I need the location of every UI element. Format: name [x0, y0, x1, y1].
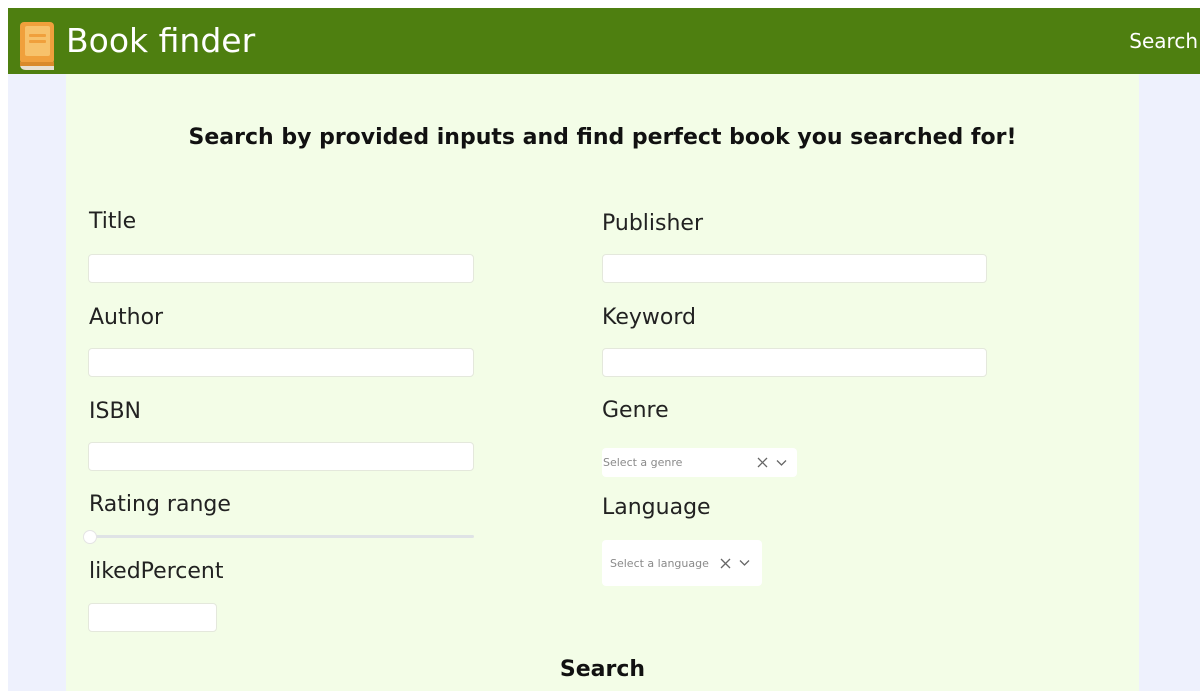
nav-search-link[interactable]: Search [1129, 28, 1198, 54]
search-submit-button[interactable]: Search [66, 656, 1139, 684]
genre-select-placeholder: Select a genre [603, 456, 683, 469]
clear-icon[interactable] [757, 457, 768, 468]
keyword-input[interactable] [602, 348, 987, 377]
language-select-placeholder: Select a language [610, 556, 709, 570]
liked-percent-label: likedPercent [89, 559, 224, 584]
search-panel: Search by provided inputs and find perfe… [66, 74, 1139, 691]
genre-select[interactable]: Select a genre [602, 448, 797, 477]
chevron-down-icon[interactable] [776, 459, 787, 467]
book-icon [16, 20, 58, 72]
title-input[interactable] [88, 254, 474, 283]
page-headline: Search by provided inputs and find perfe… [188, 125, 1017, 150]
rating-slider-handle[interactable] [83, 530, 97, 544]
clear-icon[interactable] [720, 558, 731, 569]
isbn-input[interactable] [88, 442, 474, 471]
top-bar: Book finder Search [8, 8, 1200, 74]
language-select[interactable]: Select a language [602, 540, 762, 586]
title-label: Title [89, 209, 137, 234]
author-label: Author [89, 305, 164, 330]
publisher-label: Publisher [602, 211, 703, 236]
rating-range-label: Rating range [89, 492, 231, 517]
genre-label: Genre [602, 398, 669, 423]
language-label: Language [602, 495, 711, 520]
author-input[interactable] [88, 348, 474, 377]
chevron-down-icon[interactable] [739, 559, 750, 567]
app-title: Book finder [66, 21, 256, 60]
liked-percent-input[interactable] [88, 603, 217, 632]
rating-range-slider[interactable] [89, 535, 474, 538]
isbn-label: ISBN [89, 399, 142, 424]
publisher-input[interactable] [602, 254, 987, 283]
keyword-label: Keyword [602, 305, 696, 330]
